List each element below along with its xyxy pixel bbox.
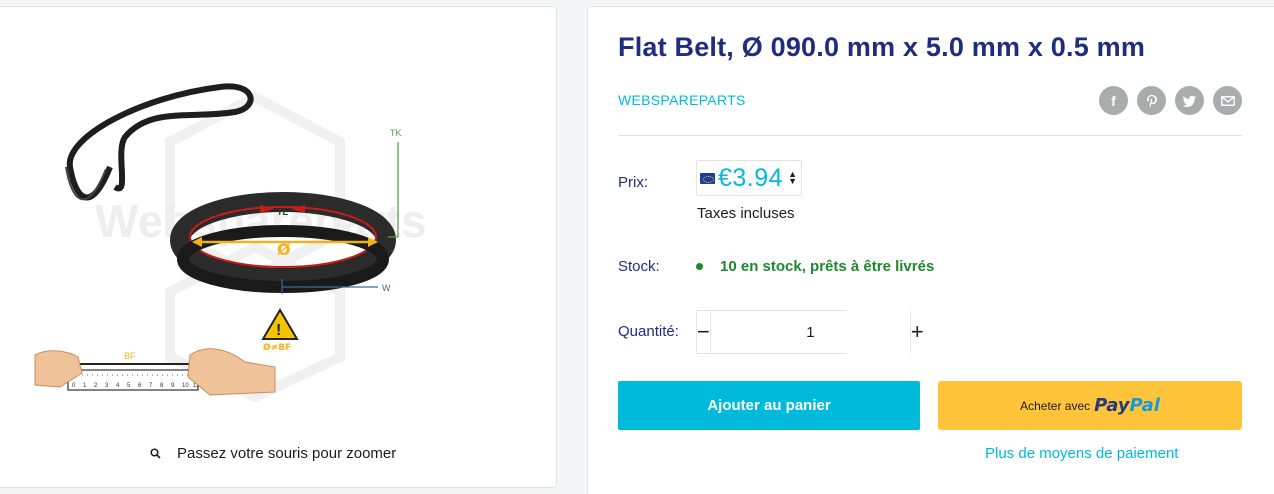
ruler-number: 10 [182,383,189,389]
product-gallery: Webspareparts Ø TL TK W ! Ø≠BF BF 0 1 2 … [0,6,557,488]
svg-text:TL: TL [277,207,288,217]
product-image[interactable]: Webspareparts Ø TL TK W ! Ø≠BF BF 0 1 2 … [20,57,490,407]
svg-text:BF: BF [124,351,136,361]
tax-note: Taxes incluses [697,205,795,222]
stock-status: 10 en stock, prêts à être livrés [696,258,934,275]
twitter-icon[interactable] [1175,86,1204,115]
stock-dot-icon [696,263,703,270]
zoom-hint-text: Passez votre souris pour zoomer [177,445,397,462]
divider [618,135,1242,136]
product-title: Flat Belt, Ø 090.0 mm x 5.0 mm x 0.5 mm [618,32,1146,62]
search-icon [150,448,161,459]
zoom-hint: Passez votre souris pour zoomer [150,445,396,462]
more-payment-options-link[interactable]: Plus de moyens de paiement [985,445,1178,462]
product-info: Flat Belt, Ø 090.0 mm x 5.0 mm x 0.5 mm … [587,6,1274,494]
quantity-input[interactable] [709,311,911,353]
sort-arrows-icon: ▲ ▼ [788,169,797,186]
svg-text:!: ! [276,322,281,339]
paypal-logo: PayPal [1094,395,1160,416]
eu-flag-icon [700,172,715,184]
stock-label: Stock: [618,258,660,275]
svg-text:Ø: Ø [277,240,291,259]
facebook-icon[interactable]: f [1099,86,1128,115]
decrease-quantity-button[interactable]: − [697,311,710,353]
svg-text:TK: TK [390,128,402,138]
vendor-link[interactable]: WEBSPAREPARTS [618,92,746,108]
svg-text:Ø≠BF: Ø≠BF [263,342,291,353]
currency-selector[interactable]: €3.94 ▲ ▼ [696,160,802,196]
stock-status-text: 10 en stock, prêts à être livrés [720,258,935,275]
pinterest-icon[interactable] [1137,86,1166,115]
paypal-button[interactable]: Acheter avec PayPal [938,381,1242,430]
quantity-label: Quantité: [618,323,679,340]
paypal-prefix: Acheter avec [1020,398,1091,413]
share-buttons: f [1099,86,1242,115]
add-to-cart-button[interactable]: Ajouter au panier [618,381,920,430]
email-icon[interactable] [1213,86,1242,115]
quantity-stepper: − + [696,310,924,354]
increase-quantity-button[interactable]: + [911,311,924,353]
price-label: Prix: [618,174,648,191]
svg-text:W: W [382,283,391,293]
price-value: €3.94 [718,163,784,192]
